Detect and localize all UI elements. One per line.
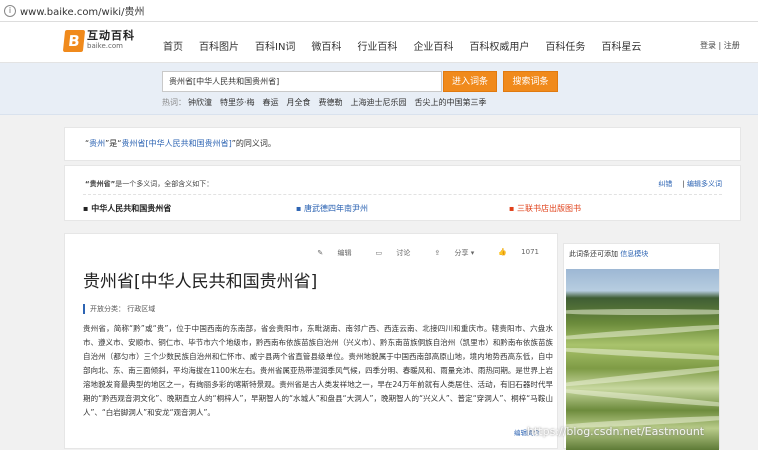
menu-item-enterprise[interactable]: 企业百科 — [413, 38, 453, 53]
hot-term[interactable]: 上海迪士尼乐园 — [351, 98, 407, 107]
menu-item-images[interactable]: 百科图片 — [199, 38, 239, 53]
address-bar[interactable]: i www.baike.com/wiki/贵州 — [0, 0, 758, 22]
category-tag[interactable]: 开放分类： 行政区域 — [83, 304, 155, 314]
edit-polysemy-link[interactable]: 编辑多义词 — [687, 180, 722, 188]
synonym-tail: ”的同义词。 — [231, 139, 276, 148]
main-menu: 首页 百科图片 百科IN词 微百科 行业百科 企业百科 百科权威用户 百科任务 … — [163, 38, 657, 53]
terrace-photo[interactable] — [566, 269, 719, 450]
polysemy-header: “贵州省”是一个多义词，全部含义如下： — [85, 179, 213, 189]
polysemy-term: “贵州省” — [85, 180, 116, 188]
menu-item-home[interactable]: 首页 — [163, 38, 183, 53]
hot-term[interactable]: 钟欣潼 — [188, 98, 212, 107]
search-entry-button[interactable]: 搜索词条 — [503, 71, 558, 92]
page-title: 贵州省[中华人民共和国贵州省] — [83, 272, 318, 292]
like-count: 1071 — [521, 248, 539, 256]
share-icon: ⇪ — [434, 249, 441, 257]
divider — [83, 194, 722, 195]
hot-term[interactable]: 月全食 — [287, 98, 311, 107]
search-input[interactable]: 贵州省[中华人民共和国贵州省] — [162, 71, 442, 92]
option-label: 三联书店出版图书 — [516, 204, 581, 213]
share-button[interactable]: ⇪ 分享 ▾ — [422, 248, 474, 258]
menu-item-micro[interactable]: 微百科 — [311, 38, 341, 53]
polysemy-option[interactable]: ▪ 三联书店出版图书 — [509, 203, 722, 214]
pencil-icon: ✎ — [317, 249, 324, 257]
edit-label: 编辑 — [337, 249, 352, 257]
share-label: 分享 — [454, 249, 469, 257]
hot-label: 热词： — [162, 98, 186, 107]
logo-subtext: baike.com — [87, 42, 123, 50]
hot-term[interactable]: 特里莎·梅 — [220, 98, 255, 107]
sidebar-card: 此词条还可添加 信息模块 — [563, 243, 720, 450]
menu-item-nebula[interactable]: 百科星云 — [601, 38, 641, 53]
info-module-link[interactable]: 信息模块 — [620, 250, 648, 258]
site-logo[interactable]: B 互动百科 baike.com — [62, 29, 135, 52]
article-tools: ✎ 编辑 ▭ 讨论 ⇪ 分享 ▾ 👍 1071 — [293, 248, 539, 258]
logo-icon: B — [62, 30, 86, 52]
comment-icon: ▭ — [375, 249, 383, 257]
synonym-connector: ”是“ — [105, 139, 122, 148]
polysemy-text: 是一个多义词，全部含义如下： — [115, 180, 214, 188]
polysemy-actions: 纠错 | 编辑多义词 — [658, 180, 722, 188]
edit-button[interactable]: ✎ 编辑 — [305, 248, 351, 258]
sidebar-prompt: 此词条还可添加 信息模块 — [569, 249, 648, 259]
discuss-label: 讨论 — [396, 249, 411, 257]
watermark: https://blog.csdn.net/Eastmount — [527, 425, 705, 438]
like-button[interactable]: 👍 1071 — [486, 248, 539, 258]
synonym-notice: “贵州”是“贵州省[中华人民共和国贵州省]”的同义词。 — [64, 127, 741, 161]
auth-links: 登录 | 注册 — [700, 41, 740, 50]
search-banner: 贵州省[中华人民共和国贵州省] 进入词条 搜索词条 热词： 钟欣潼 特里莎·梅 春运月… — [0, 63, 758, 115]
menu-item-in-words[interactable]: 百科IN词 — [255, 38, 295, 53]
polysemy-option-current[interactable]: ▪ 中华人民共和国贵州省 — [83, 203, 296, 214]
hot-terms: 热词： 钟欣潼 特里莎·梅 春运 月全食 费德勒 上海迪士尼乐园 舌尖上的中国第三季 — [162, 97, 495, 108]
hot-term[interactable]: 春运 — [263, 98, 279, 107]
enter-entry-button[interactable]: 进入词条 — [443, 71, 497, 92]
login-link[interactable]: 登录 — [700, 41, 716, 50]
thumbs-up-icon: 👍 — [498, 248, 507, 256]
synonym-target-link[interactable]: 贵州省[中华人民共和国贵州省] — [121, 139, 231, 148]
polysemy-options: ▪ 中华人民共和国贵州省 ▪ 唐武德四年南尹州 ▪ 三联书店出版图书 — [83, 203, 723, 214]
synonym-term-link[interactable]: 贵州 — [89, 139, 105, 148]
option-label: 中华人民共和国贵州省 — [91, 204, 172, 213]
logo-text: 互动百科 — [87, 29, 135, 42]
discuss-button[interactable]: ▭ 讨论 — [364, 248, 411, 258]
register-link[interactable]: 注册 — [724, 41, 740, 50]
menu-item-authority[interactable]: 百科权威用户 — [469, 38, 529, 53]
hot-term[interactable]: 舌尖上的中国第三季 — [415, 98, 487, 107]
menu-item-industry[interactable]: 行业百科 — [357, 38, 397, 53]
hot-term[interactable]: 费德勒 — [319, 98, 343, 107]
menu-item-tasks[interactable]: 百科任务 — [545, 38, 585, 53]
option-label: 唐武德四年南尹州 — [303, 204, 368, 213]
correct-link[interactable]: 纠错 — [658, 180, 672, 188]
url-text[interactable]: www.baike.com/wiki/贵州 — [20, 3, 144, 18]
prompt-text: 此词条还可添加 — [569, 250, 618, 258]
article-summary: 贵州省，简称“黔”或“贵”，位于中国西南的东南部，省会贵阳市，东毗湖南、南邻广西… — [83, 324, 553, 417]
top-nav: B 互动百科 baike.com 首页 百科图片 百科IN词 微百科 行业百科 … — [0, 22, 758, 63]
polysemy-option[interactable]: ▪ 唐武德四年南尹州 — [296, 203, 509, 214]
polysemy-panel: “贵州省”是一个多义词，全部含义如下： 纠错 | 编辑多义词 ▪ 中华人民共和国贵… — [64, 165, 741, 221]
info-icon[interactable]: i — [4, 4, 16, 17]
article-panel: ✎ 编辑 ▭ 讨论 ⇪ 分享 ▾ 👍 1071 贵州省[中华人民共和国贵州省] … — [64, 233, 558, 449]
